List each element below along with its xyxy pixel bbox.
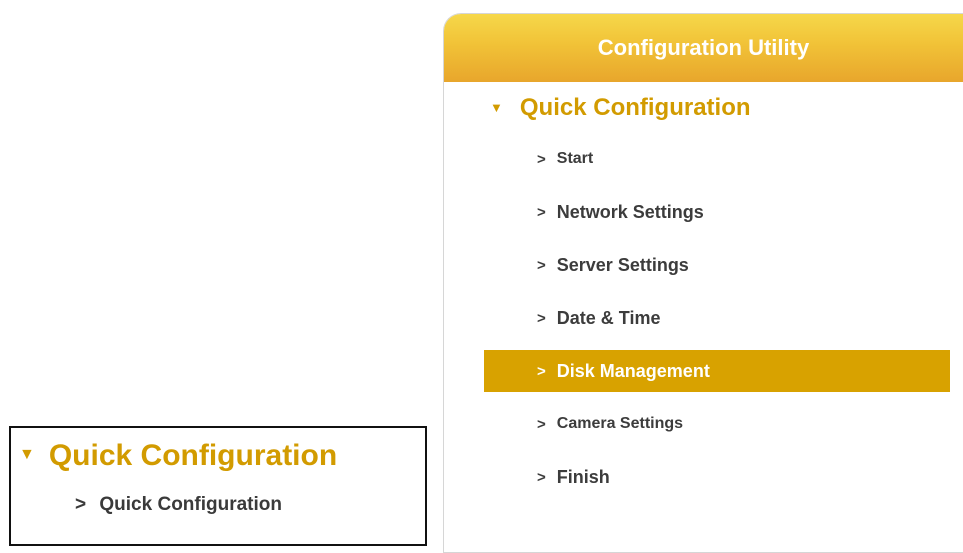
menu-item-label: Network Settings <box>556 201 704 222</box>
menu-item-camera-settings[interactable]: > Camera Settings <box>484 403 950 445</box>
menu-item-start[interactable]: > Start <box>484 138 950 180</box>
configuration-utility-panel: Configuration Utility ▼ Quick Configurat… <box>443 13 963 553</box>
menu-item-label: Server Settings <box>556 254 689 275</box>
chevron-right-icon: > <box>537 362 546 380</box>
menu-item-label: Finish <box>556 466 610 487</box>
chevron-right-icon: > <box>537 468 546 486</box>
quick-configuration-inset-panel: ▼ Quick Configuration > Quick Configurat… <box>9 426 427 546</box>
menu-item-label: Camera Settings <box>556 415 684 432</box>
menu-item-date-time[interactable]: > Date & Time <box>484 297 950 339</box>
menu-item-quick-configuration[interactable]: > Quick Configuration <box>75 494 282 516</box>
triangle-down-icon: ▼ <box>19 446 35 463</box>
section-header-label: Quick Configuration <box>48 439 338 472</box>
chevron-right-icon: > <box>537 309 546 327</box>
quick-configuration-menu: > Start > Network Settings > Server Sett… <box>444 14 963 552</box>
menu-item-network-settings[interactable]: > Network Settings <box>484 191 950 233</box>
menu-item-label: Start <box>556 150 594 167</box>
menu-item-server-settings[interactable]: > Server Settings <box>484 244 950 286</box>
menu-item-disk-management[interactable]: > Disk Management <box>484 350 950 392</box>
menu-item-label: Disk Management <box>556 360 710 381</box>
chevron-right-icon: > <box>537 150 546 168</box>
chevron-right-icon: > <box>537 256 546 274</box>
menu-item-finish[interactable]: > Finish <box>484 456 950 498</box>
chevron-right-icon: > <box>537 415 546 433</box>
menu-item-label: Date & Time <box>556 307 661 328</box>
menu-item-label: Quick Configuration <box>99 494 282 515</box>
chevron-right-icon: > <box>75 494 87 515</box>
chevron-right-icon: > <box>537 203 546 221</box>
quick-configuration-section-header[interactable]: ▼ Quick Configuration <box>19 436 337 476</box>
